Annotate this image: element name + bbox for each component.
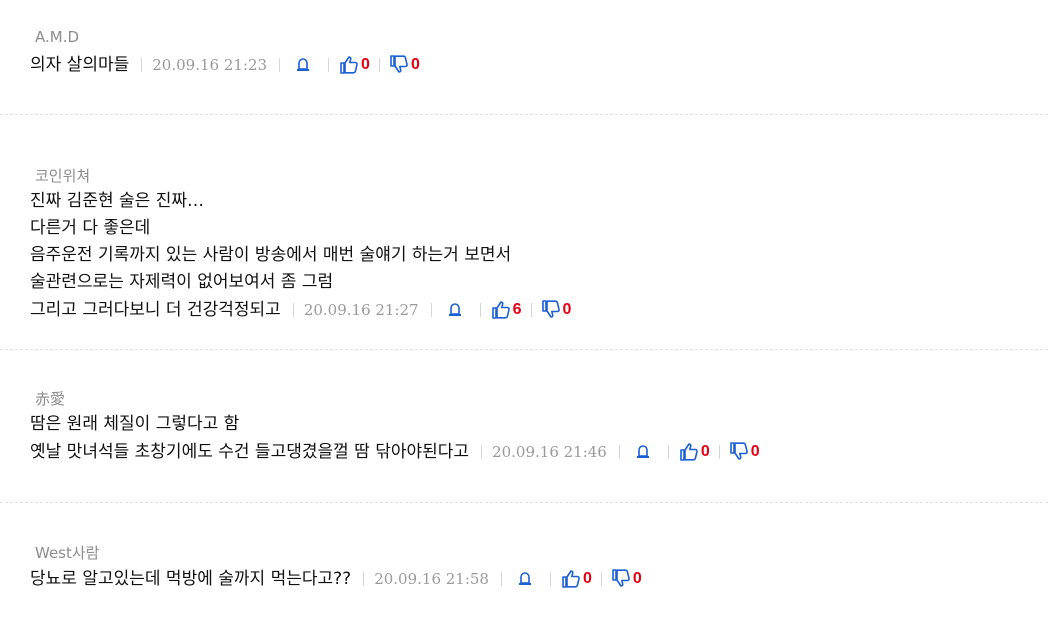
report-button[interactable] <box>512 565 538 592</box>
divider <box>378 57 380 72</box>
comment-text: 그리고 그러다보니 더 건강걱정되고 <box>30 299 281 320</box>
like-button[interactable]: 0 <box>679 438 710 466</box>
comment-author[interactable]: A.M.D <box>35 27 1048 47</box>
report-button[interactable] <box>630 438 656 465</box>
comment-text: 의자 살의마들 <box>30 54 130 75</box>
comment-text-line: 당뇨로 알고있는데 먹방에 술까지 먹는다고?? 20.09.16 21:58 0 0 <box>30 565 1048 593</box>
comment-author[interactable]: 赤愛 <box>35 389 1048 409</box>
comment-item: West사람 당뇨로 알고있는데 먹방에 술까지 먹는다고?? 20.09.16 … <box>0 503 1048 617</box>
comment-text: 옛날 맛녀석들 초창기에도 수건 들고댕겼을껄 땀 닦아야된다고 <box>30 441 470 462</box>
like-button[interactable]: 6 <box>491 296 522 324</box>
comment-list: A.M.D 의자 살의마들 20.09.16 21:23 0 0 코인위쳐 진짜 김준… <box>0 0 1048 617</box>
divider <box>481 444 483 459</box>
thumbs-up-icon <box>491 301 510 319</box>
dislike-button[interactable]: 0 <box>611 565 642 593</box>
like-count: 0 <box>582 570 592 587</box>
comment-text: 당뇨로 알고있는데 먹방에 술까지 먹는다고?? <box>30 568 352 589</box>
comment-text-line: 땀은 원래 체질이 그렇다고 함 <box>30 414 240 434</box>
thumbs-down-icon <box>612 569 630 587</box>
comment-item: 赤愛 땀은 원래 체질이 그렇다고 함 옛날 맛녀석들 초창기에도 수건 들고댕… <box>0 350 1048 503</box>
comment-text-line: 의자 살의마들 20.09.16 21:23 0 0 <box>30 51 1048 79</box>
divider <box>618 444 620 459</box>
divider <box>718 444 720 459</box>
report-button[interactable] <box>442 296 468 323</box>
like-count: 6 <box>512 301 522 318</box>
comment-text-line: 술관련으로는 자제력이 없어보여서 좀 그럼 <box>30 272 334 292</box>
dislike-count: 0 <box>562 301 572 318</box>
dislike-count: 0 <box>750 443 760 460</box>
comment-item: A.M.D 의자 살의마들 20.09.16 21:23 0 0 <box>0 0 1048 115</box>
like-button[interactable]: 0 <box>561 565 592 593</box>
thumbs-up-icon <box>562 570 580 588</box>
siren-icon <box>448 303 461 317</box>
divider <box>549 571 551 586</box>
divider <box>600 571 602 586</box>
divider <box>141 57 143 72</box>
dislike-button[interactable]: 0 <box>729 438 760 466</box>
divider <box>500 571 502 586</box>
thumbs-up-icon <box>340 56 358 74</box>
siren-icon <box>297 58 310 72</box>
divider <box>530 302 532 317</box>
divider <box>430 302 432 317</box>
thumbs-down-icon <box>541 300 560 318</box>
siren-icon <box>518 572 531 586</box>
dislike-count: 0 <box>632 570 642 587</box>
divider <box>363 571 365 586</box>
like-button[interactable]: 0 <box>339 51 370 79</box>
divider <box>479 302 481 317</box>
comment-date: 20.09.16 21:23 <box>152 55 268 74</box>
comment-date: 20.09.16 21:27 <box>303 300 419 319</box>
comment-text-line: 진짜 김준현 술은 진짜… <box>30 191 204 211</box>
comment-author[interactable]: West사람 <box>35 543 1048 563</box>
comment-text-line: 그리고 그러다보니 더 건강걱정되고 20.09.16 21:27 6 0 <box>30 296 1048 324</box>
comment-author[interactable]: 코인위쳐 <box>35 166 1048 186</box>
dislike-count: 0 <box>410 56 420 73</box>
comment-text-line: 옛날 맛녀석들 초창기에도 수건 들고댕겼을껄 땀 닦아야된다고 20.09.16… <box>30 438 1048 466</box>
like-count: 0 <box>361 56 370 73</box>
dislike-button[interactable]: 0 <box>541 296 572 324</box>
divider <box>328 57 330 72</box>
siren-icon <box>636 445 649 459</box>
like-count: 0 <box>700 443 710 460</box>
comment-date: 20.09.16 21:58 <box>374 569 489 588</box>
comment-text-line: 음주운전 기록까지 있는 사람이 방송에서 매번 술얘기 하는거 보면서 <box>30 245 512 265</box>
divider <box>292 302 294 317</box>
dislike-button[interactable]: 0 <box>389 51 420 79</box>
report-button[interactable] <box>290 51 316 78</box>
thumbs-up-icon <box>680 443 698 461</box>
thumbs-down-icon <box>390 55 408 73</box>
comment-text-line: 다른거 다 좋은데 <box>30 218 151 238</box>
thumbs-down-icon <box>729 442 748 460</box>
divider <box>667 444 669 459</box>
comment-date: 20.09.16 21:46 <box>492 442 607 461</box>
divider <box>279 57 281 72</box>
comment-item: 코인위쳐 진짜 김준현 술은 진짜… 다른거 다 좋은데 음주운전 기록까지 있… <box>0 115 1048 350</box>
